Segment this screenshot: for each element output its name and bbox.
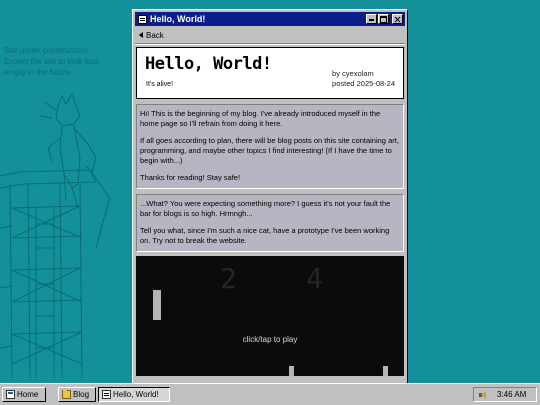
document-icon [138, 14, 147, 24]
document-icon [102, 390, 111, 399]
score-left: 2 [220, 262, 237, 295]
divider [135, 43, 405, 45]
post-subtitle: It's alive! [146, 81, 174, 88]
navigation-bar: Back [135, 28, 405, 42]
system-tray: 3:46 AM [473, 387, 537, 402]
taskbar-item-home[interactable]: Home [2, 387, 46, 402]
taskbar-item-label: Hello, World! [113, 390, 159, 399]
home-icon [6, 390, 15, 399]
taskbar-item-label: Home [17, 390, 39, 399]
paragraph: Hi! This is the beginning of my blog. I'… [140, 109, 381, 128]
paragraph: ...What? You were expecting something mo… [140, 199, 391, 218]
paddle [383, 366, 388, 376]
paragraph: Tell you what, since I'm such a nice cat… [140, 226, 390, 245]
left-paddle [153, 290, 161, 320]
pong-game-canvas[interactable]: 2 4 click/tap to play [136, 256, 404, 376]
play-prompt: click/tap to play [242, 335, 298, 344]
window-title: Hello, World! [150, 14, 206, 24]
site-note: Site under construction! Expect the site… [4, 45, 116, 78]
folder-icon [62, 389, 71, 399]
character-sketch [0, 92, 111, 379]
blog-post-window: Hello, World! Back Hello, World! It's al… [132, 9, 408, 385]
close-button[interactable] [392, 14, 403, 24]
paragraph: If all goes according to plan, there wil… [140, 136, 399, 165]
back-button[interactable]: Back [135, 29, 170, 41]
score-right: 4 [306, 262, 323, 295]
post-body-section: ...What? You were expecting something mo… [136, 194, 404, 252]
post-meta: by cyexolam posted 2025-08-24 [332, 69, 395, 89]
taskbar-item-blog[interactable]: Blog [58, 387, 96, 402]
post-date: posted 2025-08-24 [332, 79, 395, 88]
back-arrow-icon [139, 32, 143, 38]
back-button-label: Back [146, 30, 164, 40]
post-author: by cyexolam [332, 69, 374, 78]
post-body-section: Hi! This is the beginning of my blog. I'… [136, 104, 404, 189]
post-title: Hello, World! [145, 54, 272, 74]
clock: 3:46 AM [497, 390, 527, 399]
taskbar-item-label: Blog [73, 390, 90, 399]
taskbar: Home Blog Hello, World! 3:46 AM [0, 383, 540, 405]
paragraph: Thanks for reading! Stay safe! [140, 173, 241, 182]
site-note-line: Expect the site to look less [4, 57, 99, 66]
paddle [289, 366, 294, 376]
site-note-line: Site under construction! [4, 46, 89, 55]
window-titlebar[interactable]: Hello, World! [135, 12, 405, 26]
minimize-button[interactable] [366, 14, 377, 24]
speaker-icon[interactable] [478, 390, 489, 400]
maximize-button[interactable] [378, 14, 389, 24]
post-header: Hello, World! It's alive! by cyexolam po… [136, 47, 404, 99]
post-content[interactable]: Hello, World! It's alive! by cyexolam po… [135, 47, 405, 382]
taskbar-item-hello-world[interactable]: Hello, World! [98, 387, 170, 402]
site-note-line: empty in the future. [4, 68, 73, 77]
